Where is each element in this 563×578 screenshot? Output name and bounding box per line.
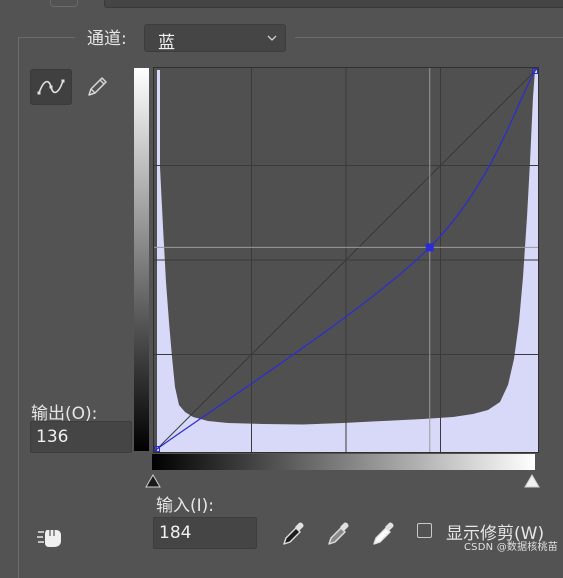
white-point-slider[interactable] bbox=[524, 474, 540, 488]
input-gradient-bar bbox=[152, 454, 535, 470]
curve-points-tool-button[interactable] bbox=[30, 69, 72, 105]
channel-select-value: 蓝 bbox=[158, 33, 175, 53]
curve-points-icon bbox=[37, 79, 65, 95]
input-label: 输入(I): bbox=[156, 496, 215, 516]
pencil-tool-button[interactable] bbox=[76, 69, 118, 105]
output-gradient-bar bbox=[134, 68, 149, 451]
curve-point-selected[interactable] bbox=[425, 243, 434, 252]
black-point-slider[interactable] bbox=[145, 474, 161, 488]
chevron-down-icon bbox=[267, 35, 277, 41]
curves-graph[interactable] bbox=[153, 67, 539, 453]
channel-select[interactable]: 蓝 bbox=[144, 24, 286, 53]
top-cutoff-row bbox=[0, 0, 563, 12]
show-clipping-checkbox[interactable] bbox=[417, 523, 432, 538]
watermark-text: CSDN @数据核桃苗 bbox=[464, 542, 558, 553]
white-point-eyedropper-icon[interactable] bbox=[370, 518, 398, 548]
input-value-field[interactable]: 184 bbox=[153, 517, 257, 549]
black-point-eyedropper-icon[interactable] bbox=[280, 518, 308, 548]
on-image-adjust-hand-icon[interactable] bbox=[34, 524, 68, 550]
gray-point-eyedropper-icon[interactable] bbox=[325, 518, 353, 548]
output-value-field[interactable]: 136 bbox=[30, 421, 132, 453]
pencil-icon bbox=[88, 77, 107, 96]
preset-field-stub bbox=[104, 0, 563, 8]
preset-tab-stub bbox=[50, 0, 78, 7]
channel-label: 通道: bbox=[87, 29, 127, 49]
